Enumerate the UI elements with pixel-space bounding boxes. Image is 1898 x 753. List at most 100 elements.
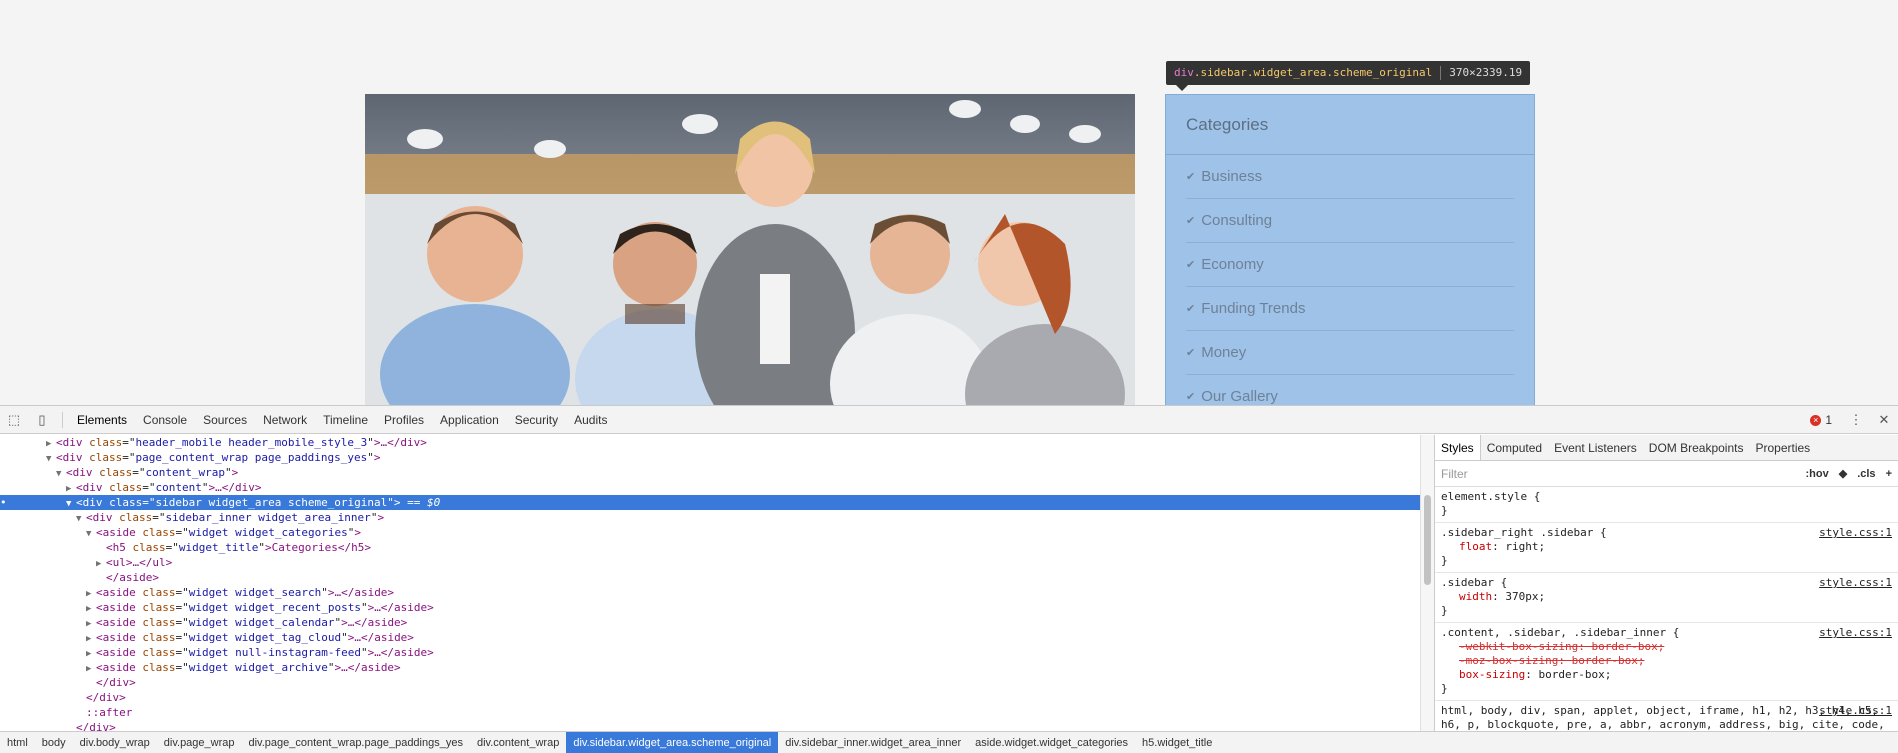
breadcrumb-item[interactable]: aside.widget.widget_categories	[968, 732, 1135, 753]
equals: ="	[175, 661, 189, 674]
selection-marker: •	[0, 496, 7, 509]
tab-timeline[interactable]: Timeline	[315, 406, 376, 434]
dom-node[interactable]: ▼ <div class="content_wrap">	[0, 465, 1420, 480]
dom-node[interactable]: ▶ <aside class="widget widget_search">…</…	[0, 585, 1420, 600]
dom-node[interactable]: </div>	[0, 675, 1420, 690]
rule-source-link[interactable]: style.css:1	[1819, 576, 1892, 590]
breadcrumb-item[interactable]: div.page_content_wrap.page_paddings_yes	[242, 732, 470, 753]
dom-node[interactable]: </aside>	[0, 570, 1420, 585]
category-item[interactable]: ✔ Our Gallery	[1186, 375, 1514, 405]
hover-state-toggle[interactable]: :hov	[1806, 468, 1829, 480]
dom-node[interactable]: ▶ <aside class="widget widget_recent_post…	[0, 600, 1420, 615]
dom-node[interactable]: ::after	[0, 705, 1420, 720]
tab-audits[interactable]: Audits	[566, 406, 615, 434]
category-label: Our Gallery	[1201, 388, 1278, 405]
dom-node-selected[interactable]: • ▼ <div class="sidebar widget_area scheme…	[0, 495, 1420, 510]
dom-node[interactable]: ▶ <aside class="widget widget_tag_cloud">…	[0, 630, 1420, 645]
rule-source-link[interactable]: style.css:1	[1819, 526, 1892, 540]
tag-tail: …</aside>	[347, 616, 408, 629]
tag-open: <	[106, 556, 113, 569]
dom-node[interactable]: <h5 class="widget_title">Categories</h5>	[0, 540, 1420, 555]
breadcrumb-item[interactable]: div.content_wrap	[470, 732, 566, 753]
styles-tab-dom-breakpoints[interactable]: DOM Breakpoints	[1643, 435, 1750, 460]
color-format-icon[interactable]: ◆	[1839, 467, 1847, 480]
checkmark-icon: ✔	[1186, 347, 1196, 359]
dom-node[interactable]: </div>	[0, 690, 1420, 705]
tag-close: >	[373, 451, 381, 464]
css-property[interactable]: float: right;	[1441, 540, 1892, 554]
attr-value: sidebar widget_area scheme_original	[155, 496, 388, 509]
styles-tab-event-listeners[interactable]: Event Listeners	[1548, 435, 1643, 460]
scrollbar-thumb[interactable]	[1424, 495, 1431, 585]
rule-selector[interactable]: element.style {	[1441, 490, 1892, 504]
css-property[interactable]: -moz-box-sizing: border-box;	[1441, 654, 1892, 668]
styles-tab-styles[interactable]: Styles	[1435, 435, 1481, 460]
category-item[interactable]: ✔ Business	[1186, 155, 1514, 199]
page-viewport: Categories ✔ Business ✔ Consulting ✔ Economy ✔…	[0, 0, 1898, 405]
tab-console[interactable]: Console	[135, 406, 195, 434]
breadcrumb-item[interactable]: div.sidebar_inner.widget_area_inner	[778, 732, 968, 753]
css-property[interactable]: -webkit-box-sizing: border-box;	[1441, 640, 1892, 654]
dom-node[interactable]: ▼ <div class="sidebar_inner widget_area_i…	[0, 510, 1420, 525]
property-name: width	[1459, 590, 1493, 603]
category-item[interactable]: ✔ Economy	[1186, 243, 1514, 287]
rule-close: }	[1441, 682, 1448, 695]
category-item[interactable]: ✔ Funding Trends	[1186, 287, 1514, 331]
tag-tail: …</aside>	[374, 646, 434, 659]
dom-node[interactable]: ▼ <aside class="widget widget_categories"…	[0, 525, 1420, 540]
tab-security[interactable]: Security	[507, 406, 566, 434]
css-rule: .sidebar {style.css:1 width: 370px;}	[1435, 573, 1898, 623]
dom-node[interactable]: ▼ <div class="page_content_wrap page_padd…	[0, 450, 1420, 465]
tab-elements[interactable]: Elements	[69, 406, 135, 434]
inspect-element-icon[interactable]: ⬚	[0, 406, 28, 434]
css-rule: element.style {}	[1435, 487, 1898, 523]
dom-tree-scrollbar[interactable]	[1420, 435, 1434, 732]
quote: "	[321, 586, 328, 599]
breadcrumb-item[interactable]: body	[35, 732, 73, 753]
rule-source-link[interactable]: style.css:1	[1819, 704, 1892, 718]
dom-node[interactable]: ▶ <div class="header_mobile header_mobile…	[0, 435, 1420, 450]
more-options-icon[interactable]: ⋮	[1842, 406, 1870, 434]
dom-node[interactable]: ▶ <ul>…</ul>	[0, 555, 1420, 570]
css-property[interactable]: width: 370px;	[1441, 590, 1892, 604]
attr-value: widget_title	[178, 541, 259, 554]
tab-sources[interactable]: Sources	[195, 406, 255, 434]
error-count: 1	[1825, 413, 1832, 427]
quote: "	[367, 436, 374, 449]
styles-tab-properties[interactable]: Properties	[1749, 435, 1816, 460]
breadcrumb-item[interactable]: h5.widget_title	[1135, 732, 1219, 753]
new-rule-icon[interactable]: +	[1886, 468, 1892, 480]
dom-node[interactable]: ▶ <aside class="widget null-instagram-fee…	[0, 645, 1420, 660]
category-item[interactable]: ✔ Consulting	[1186, 199, 1514, 243]
dom-node-text: </div>	[86, 691, 126, 704]
tag-tail: …</aside>	[374, 601, 434, 614]
quote: "	[360, 601, 368, 614]
breadcrumb-item-active[interactable]: div.sidebar.widget_area.scheme_original	[566, 732, 779, 753]
dom-node[interactable]: ▶ <aside class="widget widget_calendar">……	[0, 615, 1420, 630]
checkmark-icon: ✔	[1186, 215, 1196, 227]
breadcrumb-item[interactable]: div.body_wrap	[73, 732, 157, 753]
device-toolbar-icon[interactable]: ▯	[28, 406, 56, 434]
tab-profiles[interactable]: Profiles	[376, 406, 432, 434]
breadcrumb-item[interactable]: div.page_wrap	[157, 732, 242, 753]
category-label: Money	[1201, 344, 1247, 361]
colon: :	[1578, 640, 1592, 653]
breadcrumb-item[interactable]: html	[0, 732, 35, 753]
css-property[interactable]: box-sizing: border-box;	[1441, 668, 1892, 682]
styles-tab-computed[interactable]: Computed	[1481, 435, 1548, 460]
rule-source-link[interactable]: style.css:1	[1819, 626, 1892, 640]
tag-open: <	[56, 451, 63, 464]
checkmark-icon: ✔	[1186, 259, 1196, 271]
tab-network[interactable]: Network	[255, 406, 315, 434]
class-toggle[interactable]: .cls	[1857, 468, 1875, 480]
tag-name: div	[72, 466, 93, 479]
equals: ="	[175, 646, 189, 659]
tab-application[interactable]: Application	[432, 406, 507, 434]
checkmark-icon: ✔	[1186, 391, 1196, 403]
dom-node[interactable]: ▶ <aside class="widget widget_archive">…<…	[0, 660, 1420, 675]
dom-node[interactable]: ▶ <div class="content">…</div>	[0, 480, 1420, 495]
category-item[interactable]: ✔ Money	[1186, 331, 1514, 375]
error-count-badge[interactable]: × 1	[1810, 413, 1832, 427]
close-devtools-icon[interactable]: ✕	[1870, 406, 1898, 434]
styles-filter-input[interactable]	[1441, 466, 1796, 481]
